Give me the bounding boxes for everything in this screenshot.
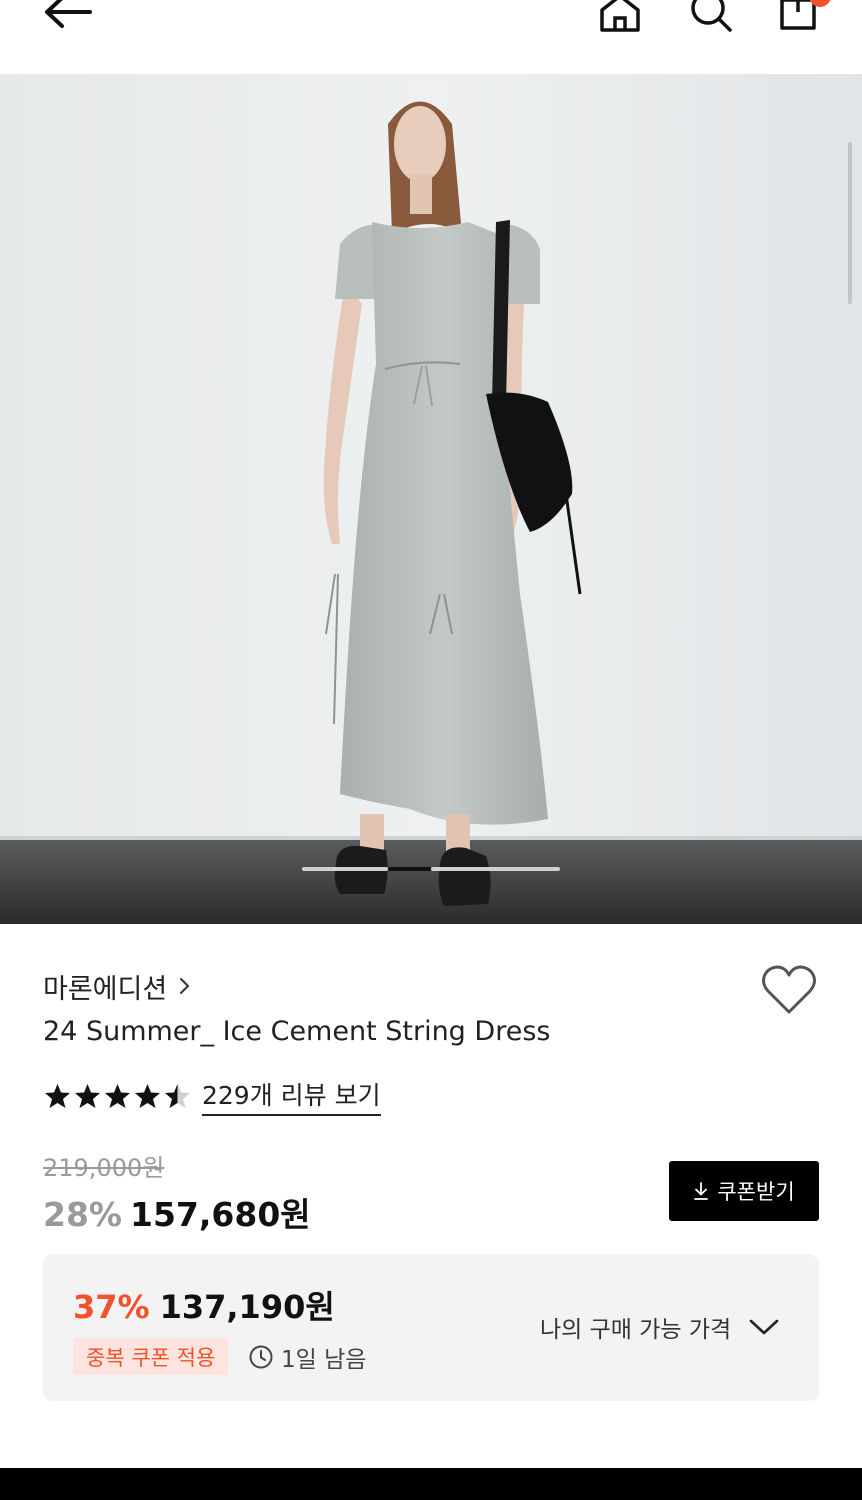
search-icon[interactable] xyxy=(686,0,734,36)
product-photo xyxy=(0,74,862,924)
gallery-pager[interactable] xyxy=(302,867,560,871)
download-icon xyxy=(694,1182,709,1200)
coupon-download-button[interactable]: 쿠폰받기 xyxy=(669,1161,819,1221)
my-price-toggle[interactable]: 나의 구매 가능 가격 xyxy=(540,1310,781,1344)
heart-icon[interactable] xyxy=(760,962,818,1020)
pager-segment[interactable] xyxy=(302,867,388,871)
star-filled-icon xyxy=(45,1084,70,1108)
star-filled-icon xyxy=(135,1084,160,1108)
sale-price-row: 28% 157,680원 xyxy=(43,1188,311,1236)
pager-segment[interactable] xyxy=(431,867,560,871)
my-price-label: 나의 구매 가능 가격 xyxy=(540,1317,732,1343)
best-price: 137,190원 xyxy=(159,1288,335,1326)
best-price-box: 37% 137,190원 중복 쿠폰 적용 1일 남음 나의 구매 가능 가격 xyxy=(43,1254,819,1401)
home-icon[interactable] xyxy=(596,0,644,36)
gallery-scrollbar xyxy=(848,142,852,304)
best-discount-rate: 37% xyxy=(73,1288,150,1326)
time-remaining-text: 1일 남음 xyxy=(281,1346,367,1373)
brand-link[interactable]: 마론에디션 xyxy=(43,966,193,1006)
coupon-button-label: 쿠폰받기 xyxy=(717,1180,795,1204)
pager-segment-active[interactable] xyxy=(388,867,431,871)
product-image-gallery[interactable] xyxy=(0,74,862,924)
brand-name[interactable]: 마론에디션 xyxy=(43,967,167,1006)
duplicate-coupon-badge: 중복 쿠폰 적용 xyxy=(73,1338,229,1375)
top-navigation-bar xyxy=(0,0,862,74)
bottom-action-bar xyxy=(0,1468,862,1500)
discount-rate: 28% xyxy=(43,1195,122,1234)
chevron-right-icon xyxy=(180,978,190,994)
rating-stars xyxy=(43,1082,192,1110)
time-remaining: 1일 남음 xyxy=(248,1338,366,1375)
product-title: 24 Summer_ Ice Cement String Dress xyxy=(43,1016,551,1047)
clock-icon xyxy=(249,1345,273,1368)
best-price-row: 37% 137,190원 xyxy=(73,1282,335,1328)
rating-row: 229개 리뷰 보기 xyxy=(43,1076,381,1116)
cart-badge xyxy=(809,0,830,7)
original-price: 219,000원 xyxy=(43,1154,165,1182)
star-half-icon xyxy=(165,1084,190,1108)
star-filled-icon xyxy=(75,1084,100,1108)
star-filled-icon xyxy=(105,1084,130,1108)
back-arrow-icon[interactable] xyxy=(40,0,96,32)
cart-icon[interactable] xyxy=(776,0,830,36)
chevron-down-icon xyxy=(749,1319,779,1335)
review-link[interactable]: 229개 리뷰 보기 xyxy=(202,1076,381,1116)
sale-price: 157,680원 xyxy=(130,1195,311,1234)
